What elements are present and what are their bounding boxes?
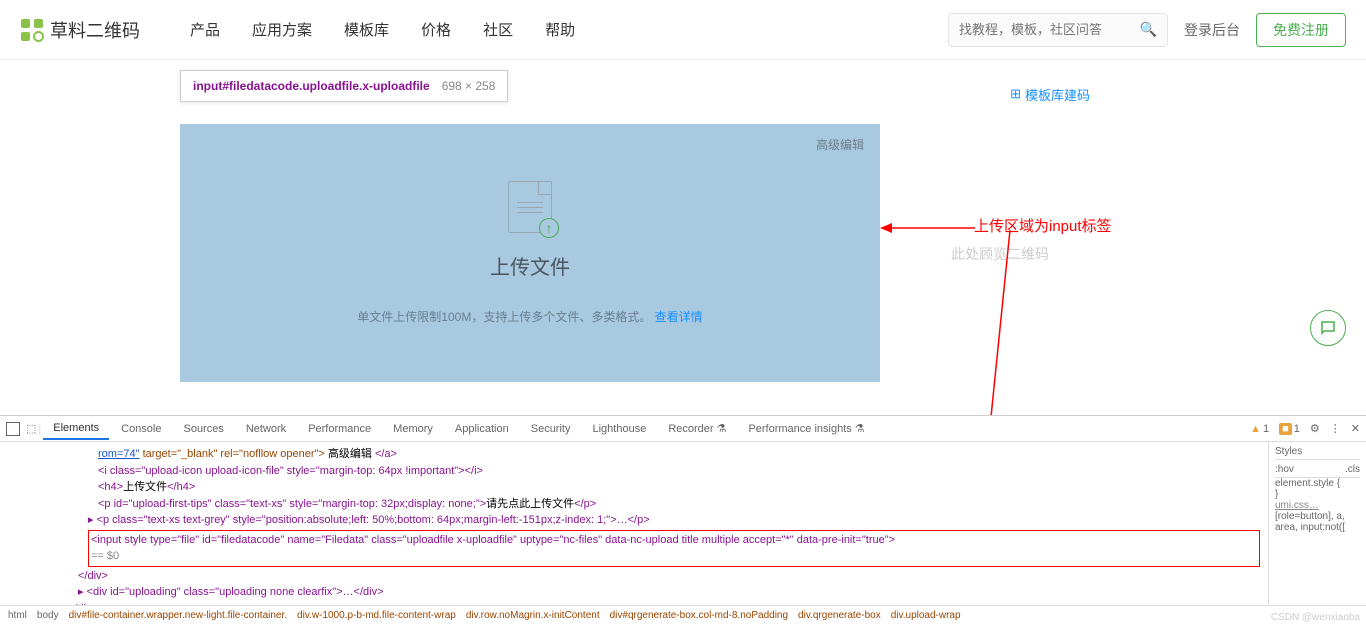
upload-tip-text: 单文件上传限制100M，支持上传多个文件、多类格式。	[357, 310, 651, 324]
logo-icon	[20, 18, 44, 42]
devtools-body: rom=74" target="_blank" rel="nofllow ope…	[0, 442, 1366, 605]
advanced-edit-link[interactable]: 高级编辑	[816, 136, 864, 153]
nav-pricing[interactable]: 价格	[421, 19, 451, 40]
elements-tree[interactable]: rom=74" target="_blank" rel="nofllow ope…	[0, 442, 1268, 605]
tab-performance[interactable]: Performance	[298, 419, 381, 439]
annotation-text: 上传区域为input标签	[974, 215, 1112, 236]
inspect-icon[interactable]	[6, 422, 20, 436]
close-icon[interactable]: ✕	[1351, 422, 1360, 435]
register-button[interactable]: 免费注册	[1256, 13, 1346, 47]
element-tooltip: input#filedatacode.uploadfile.x-uploadfi…	[180, 70, 508, 102]
crumb[interactable]: div#qrgenerate-box.col-md-8.noPadding	[610, 610, 788, 621]
cls-toggle[interactable]: .cls	[1345, 464, 1360, 475]
hov-toggle[interactable]: :hov	[1275, 464, 1294, 475]
tab-application[interactable]: Application	[445, 419, 519, 439]
styles-header: Styles	[1275, 446, 1360, 460]
template-link-label: 模板库建码	[1025, 85, 1090, 104]
main-nav: 产品 应用方案 模板库 价格 社区 帮助	[190, 19, 575, 40]
tab-sources[interactable]: Sources	[173, 419, 233, 439]
nav-community[interactable]: 社区	[483, 19, 513, 40]
login-link[interactable]: 登录后台	[1184, 20, 1240, 40]
upload-detail-link[interactable]: 查看详情	[655, 310, 703, 324]
tab-recorder[interactable]: Recorder⚗	[658, 418, 736, 439]
style-rule: }	[1275, 489, 1360, 500]
content-row: 高级编辑 ↑ 上传文件 单文件上传限制100M，支持上传多个文件、多类格式。 查…	[180, 124, 1186, 382]
crumb[interactable]: div.w-1000.p-b-md.file-content-wrap	[297, 610, 456, 621]
nav-help[interactable]: 帮助	[545, 19, 575, 40]
tab-elements[interactable]: Elements	[43, 418, 109, 440]
watermark: CSDN @wenxiaoba	[1271, 612, 1360, 623]
tab-memory[interactable]: Memory	[383, 419, 443, 439]
search-input[interactable]	[959, 22, 1140, 37]
logo[interactable]: 草料二维码	[20, 17, 140, 43]
crumb[interactable]: div.qrgenerate-box	[798, 610, 881, 621]
search-icon[interactable]: 🔍	[1140, 21, 1157, 38]
template-lib-link[interactable]: ⊞ 模板库建码	[1010, 85, 1090, 104]
styles-pane[interactable]: Styles :hov .cls element.style { } umi.c…	[1268, 442, 1366, 605]
gear-icon[interactable]: ⚙	[1310, 422, 1320, 435]
grid-icon: ⊞	[1010, 86, 1021, 102]
tooltip-selector: input#filedatacode.uploadfile.x-uploadfi…	[193, 79, 430, 93]
issue-badge[interactable]: ■1	[1279, 423, 1300, 435]
flask-icon: ⚗	[717, 422, 727, 435]
upload-title: 上传文件	[490, 251, 570, 280]
highlighted-element[interactable]: <input style type="file" id="filedatacod…	[88, 530, 1260, 567]
chat-button[interactable]	[1310, 310, 1346, 346]
device-icon[interactable]: ⬚	[26, 422, 36, 435]
crumb[interactable]: html	[8, 610, 27, 621]
devtools-panel: ⬚ | Elements Console Sources Network Per…	[0, 415, 1366, 625]
tab-perf-insights[interactable]: Performance insights⚗	[738, 418, 874, 439]
crumb[interactable]: div.row.noMagrin.x-initContent	[466, 610, 600, 621]
nav-solutions[interactable]: 应用方案	[252, 19, 312, 40]
style-rule: element.style {	[1275, 478, 1360, 489]
plus-icon: ↑	[539, 218, 559, 238]
crumb[interactable]: body	[37, 610, 59, 621]
logo-text: 草料二维码	[50, 17, 140, 43]
tooltip-dimensions: 698 × 258	[442, 79, 496, 93]
file-icon: ↑	[508, 181, 552, 233]
crumb[interactable]: div#file-container.wrapper.new-light.fil…	[69, 610, 287, 621]
tab-network[interactable]: Network	[236, 419, 296, 439]
upload-dropzone[interactable]: 高级编辑 ↑ 上传文件 单文件上传限制100M，支持上传多个文件、多类格式。 查…	[180, 124, 880, 382]
tab-security[interactable]: Security	[521, 419, 581, 439]
crumb[interactable]: div.upload-wrap	[891, 610, 961, 621]
qr-preview: 此处顾览二维码	[910, 164, 1090, 344]
style-source[interactable]: umi.css…	[1275, 500, 1360, 511]
nav-product[interactable]: 产品	[190, 19, 220, 40]
breadcrumb[interactable]: html body div#file-container.wrapper.new…	[0, 605, 1366, 625]
nav-templates[interactable]: 模板库	[344, 19, 389, 40]
upload-tip: 单文件上传限制100M，支持上传多个文件、多类格式。 查看详情	[357, 308, 702, 325]
search-box[interactable]: 🔍	[948, 13, 1168, 47]
chat-icon	[1319, 319, 1337, 337]
kebab-icon[interactable]: ⋮	[1330, 422, 1341, 435]
devtools-tabs: ⬚ | Elements Console Sources Network Per…	[0, 416, 1366, 442]
style-rule: [role=button], a, area, input:not([	[1275, 511, 1360, 533]
main-header: 草料二维码 产品 应用方案 模板库 价格 社区 帮助 🔍 登录后台 免费注册	[0, 0, 1366, 60]
flask-icon: ⚗	[855, 422, 865, 435]
header-right: 🔍 登录后台 免费注册	[948, 13, 1346, 47]
devtools-right: ▲1 ■1 ⚙ ⋮ ✕	[1250, 422, 1360, 435]
tab-lighthouse[interactable]: Lighthouse	[582, 419, 656, 439]
warning-badge[interactable]: ▲1	[1250, 423, 1269, 435]
content-area: 片 微信 表单 批量生码 更多工具 ⊞ 模板库建码 高级编辑 ↑ 上传文件 单文…	[0, 60, 1366, 382]
tab-console[interactable]: Console	[111, 419, 171, 439]
